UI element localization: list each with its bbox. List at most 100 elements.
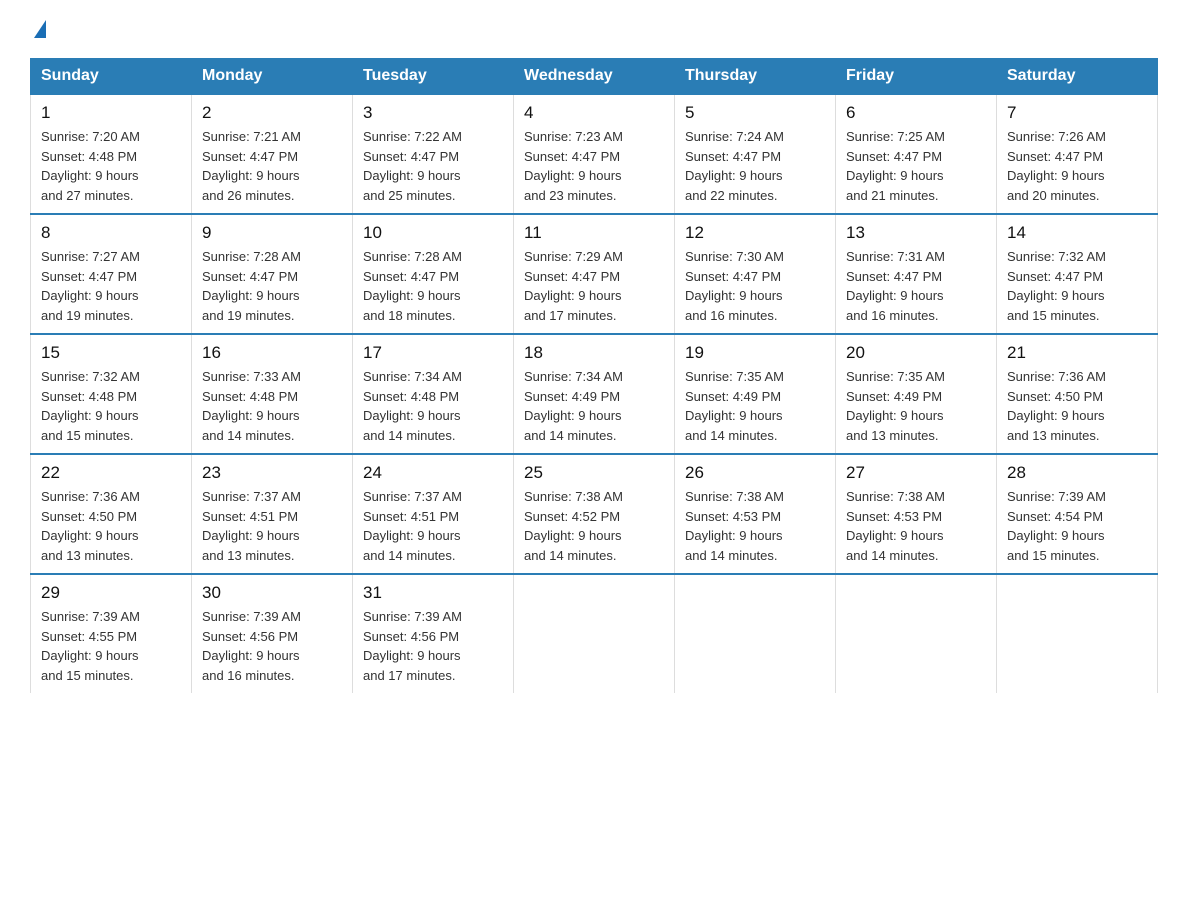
- calendar-cell: 1 Sunrise: 7:20 AM Sunset: 4:48 PM Dayli…: [31, 94, 192, 214]
- calendar-day-header: Sunday: [31, 59, 192, 95]
- calendar-cell: 8 Sunrise: 7:27 AM Sunset: 4:47 PM Dayli…: [31, 214, 192, 334]
- day-info: Sunrise: 7:39 AM Sunset: 4:55 PM Dayligh…: [41, 607, 181, 685]
- calendar-cell: 17 Sunrise: 7:34 AM Sunset: 4:48 PM Dayl…: [353, 334, 514, 454]
- day-number: 28: [1007, 463, 1147, 483]
- calendar-day-header: Saturday: [997, 59, 1158, 95]
- day-info: Sunrise: 7:39 AM Sunset: 4:54 PM Dayligh…: [1007, 487, 1147, 565]
- day-number: 23: [202, 463, 342, 483]
- day-number: 13: [846, 223, 986, 243]
- calendar-day-header: Friday: [836, 59, 997, 95]
- day-info: Sunrise: 7:32 AM Sunset: 4:48 PM Dayligh…: [41, 367, 181, 445]
- calendar-cell: 22 Sunrise: 7:36 AM Sunset: 4:50 PM Dayl…: [31, 454, 192, 574]
- calendar-cell: 31 Sunrise: 7:39 AM Sunset: 4:56 PM Dayl…: [353, 574, 514, 693]
- day-info: Sunrise: 7:32 AM Sunset: 4:47 PM Dayligh…: [1007, 247, 1147, 325]
- calendar-cell: [997, 574, 1158, 693]
- day-number: 26: [685, 463, 825, 483]
- day-info: Sunrise: 7:25 AM Sunset: 4:47 PM Dayligh…: [846, 127, 986, 205]
- calendar-cell: 13 Sunrise: 7:31 AM Sunset: 4:47 PM Dayl…: [836, 214, 997, 334]
- day-info: Sunrise: 7:20 AM Sunset: 4:48 PM Dayligh…: [41, 127, 181, 205]
- calendar-cell: 12 Sunrise: 7:30 AM Sunset: 4:47 PM Dayl…: [675, 214, 836, 334]
- day-number: 5: [685, 103, 825, 123]
- day-info: Sunrise: 7:38 AM Sunset: 4:52 PM Dayligh…: [524, 487, 664, 565]
- day-number: 20: [846, 343, 986, 363]
- calendar-cell: 3 Sunrise: 7:22 AM Sunset: 4:47 PM Dayli…: [353, 94, 514, 214]
- day-number: 22: [41, 463, 181, 483]
- calendar-cell: 30 Sunrise: 7:39 AM Sunset: 4:56 PM Dayl…: [192, 574, 353, 693]
- day-number: 2: [202, 103, 342, 123]
- day-info: Sunrise: 7:39 AM Sunset: 4:56 PM Dayligh…: [363, 607, 503, 685]
- day-number: 7: [1007, 103, 1147, 123]
- calendar-header-row: SundayMondayTuesdayWednesdayThursdayFrid…: [31, 59, 1158, 95]
- day-number: 1: [41, 103, 181, 123]
- calendar-cell: 15 Sunrise: 7:32 AM Sunset: 4:48 PM Dayl…: [31, 334, 192, 454]
- calendar-week-row: 22 Sunrise: 7:36 AM Sunset: 4:50 PM Dayl…: [31, 454, 1158, 574]
- calendar-cell: 9 Sunrise: 7:28 AM Sunset: 4:47 PM Dayli…: [192, 214, 353, 334]
- day-info: Sunrise: 7:27 AM Sunset: 4:47 PM Dayligh…: [41, 247, 181, 325]
- day-number: 8: [41, 223, 181, 243]
- calendar-week-row: 15 Sunrise: 7:32 AM Sunset: 4:48 PM Dayl…: [31, 334, 1158, 454]
- calendar-table: SundayMondayTuesdayWednesdayThursdayFrid…: [30, 58, 1158, 693]
- day-number: 27: [846, 463, 986, 483]
- calendar-day-header: Monday: [192, 59, 353, 95]
- calendar-cell: [514, 574, 675, 693]
- calendar-week-row: 29 Sunrise: 7:39 AM Sunset: 4:55 PM Dayl…: [31, 574, 1158, 693]
- day-info: Sunrise: 7:26 AM Sunset: 4:47 PM Dayligh…: [1007, 127, 1147, 205]
- day-info: Sunrise: 7:31 AM Sunset: 4:47 PM Dayligh…: [846, 247, 986, 325]
- calendar-day-header: Wednesday: [514, 59, 675, 95]
- day-number: 19: [685, 343, 825, 363]
- day-number: 30: [202, 583, 342, 603]
- calendar-cell: 16 Sunrise: 7:33 AM Sunset: 4:48 PM Dayl…: [192, 334, 353, 454]
- day-info: Sunrise: 7:39 AM Sunset: 4:56 PM Dayligh…: [202, 607, 342, 685]
- calendar-cell: 5 Sunrise: 7:24 AM Sunset: 4:47 PM Dayli…: [675, 94, 836, 214]
- calendar-cell: 2 Sunrise: 7:21 AM Sunset: 4:47 PM Dayli…: [192, 94, 353, 214]
- day-number: 31: [363, 583, 503, 603]
- logo-triangle-icon: [34, 20, 46, 38]
- day-info: Sunrise: 7:36 AM Sunset: 4:50 PM Dayligh…: [1007, 367, 1147, 445]
- calendar-cell: 18 Sunrise: 7:34 AM Sunset: 4:49 PM Dayl…: [514, 334, 675, 454]
- calendar-cell: [836, 574, 997, 693]
- day-info: Sunrise: 7:21 AM Sunset: 4:47 PM Dayligh…: [202, 127, 342, 205]
- calendar-cell: 11 Sunrise: 7:29 AM Sunset: 4:47 PM Dayl…: [514, 214, 675, 334]
- day-number: 9: [202, 223, 342, 243]
- day-number: 21: [1007, 343, 1147, 363]
- calendar-cell: 19 Sunrise: 7:35 AM Sunset: 4:49 PM Dayl…: [675, 334, 836, 454]
- day-info: Sunrise: 7:37 AM Sunset: 4:51 PM Dayligh…: [363, 487, 503, 565]
- calendar-cell: 24 Sunrise: 7:37 AM Sunset: 4:51 PM Dayl…: [353, 454, 514, 574]
- day-number: 14: [1007, 223, 1147, 243]
- calendar-cell: 25 Sunrise: 7:38 AM Sunset: 4:52 PM Dayl…: [514, 454, 675, 574]
- day-info: Sunrise: 7:37 AM Sunset: 4:51 PM Dayligh…: [202, 487, 342, 565]
- page-header: [30, 20, 1158, 38]
- calendar-day-header: Tuesday: [353, 59, 514, 95]
- day-number: 6: [846, 103, 986, 123]
- calendar-week-row: 1 Sunrise: 7:20 AM Sunset: 4:48 PM Dayli…: [31, 94, 1158, 214]
- logo: [30, 20, 46, 38]
- day-number: 15: [41, 343, 181, 363]
- day-info: Sunrise: 7:28 AM Sunset: 4:47 PM Dayligh…: [202, 247, 342, 325]
- day-info: Sunrise: 7:38 AM Sunset: 4:53 PM Dayligh…: [685, 487, 825, 565]
- day-number: 18: [524, 343, 664, 363]
- day-number: 16: [202, 343, 342, 363]
- day-info: Sunrise: 7:35 AM Sunset: 4:49 PM Dayligh…: [685, 367, 825, 445]
- day-info: Sunrise: 7:30 AM Sunset: 4:47 PM Dayligh…: [685, 247, 825, 325]
- calendar-cell: 20 Sunrise: 7:35 AM Sunset: 4:49 PM Dayl…: [836, 334, 997, 454]
- day-info: Sunrise: 7:28 AM Sunset: 4:47 PM Dayligh…: [363, 247, 503, 325]
- calendar-cell: 27 Sunrise: 7:38 AM Sunset: 4:53 PM Dayl…: [836, 454, 997, 574]
- day-info: Sunrise: 7:22 AM Sunset: 4:47 PM Dayligh…: [363, 127, 503, 205]
- day-info: Sunrise: 7:36 AM Sunset: 4:50 PM Dayligh…: [41, 487, 181, 565]
- calendar-cell: [675, 574, 836, 693]
- day-info: Sunrise: 7:33 AM Sunset: 4:48 PM Dayligh…: [202, 367, 342, 445]
- calendar-cell: 26 Sunrise: 7:38 AM Sunset: 4:53 PM Dayl…: [675, 454, 836, 574]
- day-info: Sunrise: 7:34 AM Sunset: 4:49 PM Dayligh…: [524, 367, 664, 445]
- calendar-day-header: Thursday: [675, 59, 836, 95]
- day-number: 3: [363, 103, 503, 123]
- day-info: Sunrise: 7:23 AM Sunset: 4:47 PM Dayligh…: [524, 127, 664, 205]
- day-number: 12: [685, 223, 825, 243]
- calendar-week-row: 8 Sunrise: 7:27 AM Sunset: 4:47 PM Dayli…: [31, 214, 1158, 334]
- day-number: 11: [524, 223, 664, 243]
- day-info: Sunrise: 7:38 AM Sunset: 4:53 PM Dayligh…: [846, 487, 986, 565]
- day-info: Sunrise: 7:35 AM Sunset: 4:49 PM Dayligh…: [846, 367, 986, 445]
- day-number: 10: [363, 223, 503, 243]
- day-number: 29: [41, 583, 181, 603]
- day-info: Sunrise: 7:24 AM Sunset: 4:47 PM Dayligh…: [685, 127, 825, 205]
- calendar-cell: 10 Sunrise: 7:28 AM Sunset: 4:47 PM Dayl…: [353, 214, 514, 334]
